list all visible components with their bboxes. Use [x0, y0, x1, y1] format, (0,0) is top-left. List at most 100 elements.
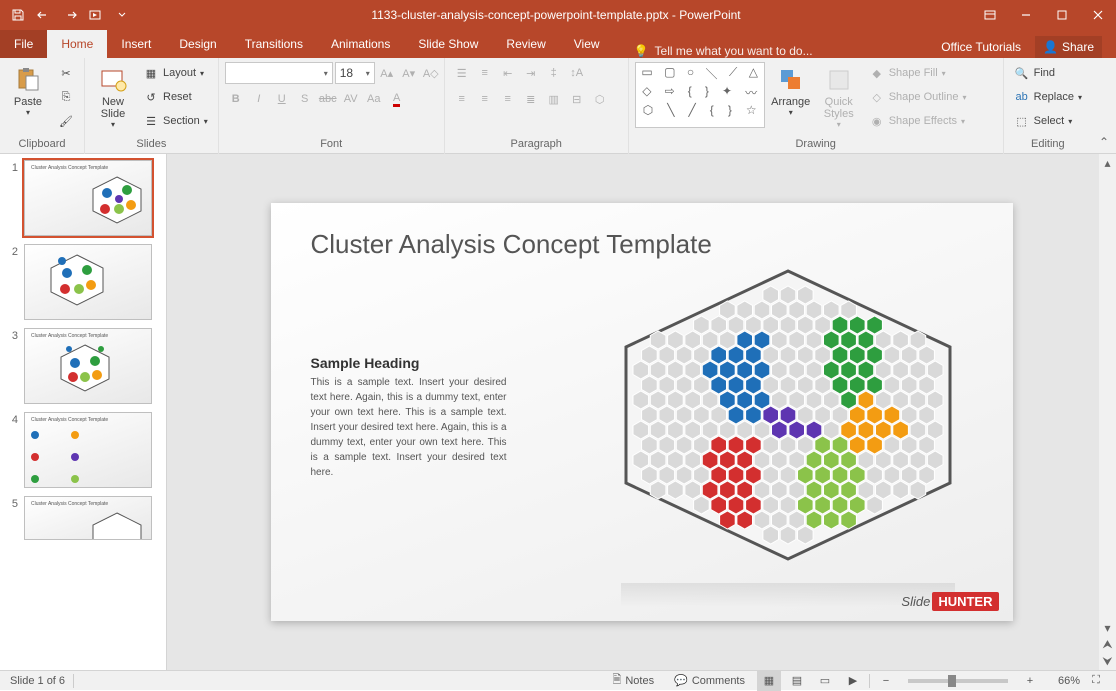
align-left-button[interactable]: ≡ — [451, 88, 473, 110]
slide-canvas-area[interactable]: Cluster Analysis Concept Template Sample… — [167, 154, 1116, 670]
increase-indent-button[interactable]: ⇥ — [520, 62, 542, 84]
paste-button[interactable]: Paste ▾ — [6, 62, 50, 132]
thumbnail-2[interactable]: 2 — [6, 244, 166, 320]
arrange-button[interactable]: Arrange▾ — [769, 62, 813, 132]
zoom-slider[interactable] — [908, 679, 1008, 683]
thumbnail-1[interactable]: 1 Cluster Analysis Concept Template — [6, 160, 166, 236]
tab-review[interactable]: Review — [492, 30, 559, 58]
tab-design[interactable]: Design — [165, 30, 230, 58]
redo-icon[interactable] — [58, 3, 82, 27]
next-slide-icon[interactable]: ⮟ — [1099, 653, 1116, 670]
strikethrough-button[interactable]: abc — [317, 88, 339, 110]
numbering-button[interactable]: ≡ — [474, 62, 496, 84]
columns-button[interactable]: ▥ — [543, 88, 565, 110]
sorter-view-icon[interactable]: ▤ — [785, 671, 809, 691]
fit-to-window-icon[interactable]: ⛶ — [1084, 671, 1108, 691]
line-spacing-button[interactable]: ‡ — [543, 62, 565, 84]
decrease-indent-button[interactable]: ⇤ — [497, 62, 519, 84]
bullets-button[interactable]: ☰ — [451, 62, 473, 84]
section-icon: ☰ — [143, 113, 159, 129]
hexagon-diagram[interactable] — [603, 263, 973, 583]
tab-view[interactable]: View — [560, 30, 614, 58]
slide[interactable]: Cluster Analysis Concept Template Sample… — [271, 203, 1013, 621]
layout-button[interactable]: ▦Layout▾ — [139, 62, 212, 84]
notes-button[interactable]: 🗎Notes — [605, 671, 663, 691]
share-icon: 👤 — [1043, 40, 1058, 54]
start-from-beginning-icon[interactable] — [84, 3, 108, 27]
shape-fill-button[interactable]: ◆Shape Fill▾ — [865, 62, 971, 84]
zoom-in-icon[interactable]: + — [1018, 671, 1042, 691]
tell-me-search[interactable]: 💡 Tell me what you want to do... — [614, 44, 942, 58]
grow-font-button[interactable]: A▴ — [377, 62, 397, 84]
smartart-button[interactable]: ⬡ — [589, 88, 611, 110]
normal-view-icon[interactable]: ▦ — [757, 671, 781, 691]
align-text-button[interactable]: ⊟ — [566, 88, 588, 110]
cut-button[interactable]: ✂ — [54, 62, 78, 84]
share-button[interactable]: 👤 Share — [1035, 36, 1102, 58]
text-direction-button[interactable]: ↕A — [566, 62, 588, 84]
reset-button[interactable]: ↺Reset — [139, 86, 212, 108]
maximize-icon[interactable] — [1044, 0, 1080, 30]
scroll-down-icon[interactable]: ▾ — [1099, 619, 1116, 636]
qat-customize-icon[interactable] — [110, 3, 134, 27]
zoom-out-icon[interactable]: − — [874, 671, 898, 691]
replace-button[interactable]: abReplace▾ — [1010, 86, 1086, 108]
tab-slideshow[interactable]: Slide Show — [404, 30, 492, 58]
office-tutorials-link[interactable]: Office Tutorials — [941, 40, 1021, 54]
find-icon: 🔍 — [1014, 65, 1030, 81]
collapse-ribbon-icon[interactable]: ⌃ — [1099, 135, 1109, 149]
tab-insert[interactable]: Insert — [107, 30, 165, 58]
group-slides: New Slide ▾ ▦Layout▾ ↺Reset ☰Section▾ Sl… — [85, 58, 219, 154]
format-painter-button[interactable]: 🖌 — [54, 110, 78, 132]
comments-button[interactable]: 💬Comments — [666, 671, 753, 691]
justify-button[interactable]: ≣ — [520, 88, 542, 110]
font-size-combo[interactable]: 18▾ — [335, 62, 375, 84]
ribbon-options-icon[interactable] — [972, 0, 1008, 30]
vertical-scrollbar[interactable]: ▴ ▾ ⮝ ⮟ — [1099, 154, 1116, 670]
new-slide-button[interactable]: New Slide ▾ — [91, 62, 135, 132]
slide-title[interactable]: Cluster Analysis Concept Template — [311, 229, 712, 260]
shape-outline-button[interactable]: ◇Shape Outline▾ — [865, 86, 971, 108]
underline-button[interactable]: U — [271, 88, 293, 110]
font-name-combo[interactable]: ▾ — [225, 62, 333, 84]
italic-button[interactable]: I — [248, 88, 270, 110]
thumbnail-4[interactable]: 4 Cluster Analysis Concept Template — [6, 412, 166, 488]
copy-button[interactable]: ⎘ — [54, 86, 78, 108]
tab-file[interactable]: File — [0, 30, 47, 58]
quick-styles-button[interactable]: Quick Styles▾ — [817, 62, 861, 132]
undo-icon[interactable] — [32, 3, 56, 27]
minimize-icon[interactable] — [1008, 0, 1044, 30]
shape-effects-button[interactable]: ◉Shape Effects▾ — [865, 110, 971, 132]
arrange-icon — [775, 64, 807, 96]
clear-formatting-button[interactable]: A◇ — [421, 62, 441, 84]
prev-slide-icon[interactable]: ⮝ — [1099, 636, 1116, 653]
shadow-button[interactable]: S — [294, 88, 316, 110]
change-case-button[interactable]: Aa — [363, 88, 385, 110]
align-right-button[interactable]: ≡ — [497, 88, 519, 110]
tab-animations[interactable]: Animations — [317, 30, 404, 58]
sample-text-block[interactable]: Sample Heading This is a sample text. In… — [311, 355, 507, 480]
char-spacing-button[interactable]: AV — [340, 88, 362, 110]
chevron-down-icon: ▾ — [26, 108, 30, 117]
slideshow-view-icon[interactable]: ▶ — [841, 671, 865, 691]
notes-icon: 🗎 — [613, 671, 622, 690]
save-icon[interactable] — [6, 3, 30, 27]
reading-view-icon[interactable]: ▭ — [813, 671, 837, 691]
font-color-button[interactable]: A — [386, 88, 408, 110]
chevron-down-icon: ▾ — [111, 120, 115, 129]
tab-transitions[interactable]: Transitions — [231, 30, 317, 58]
section-button[interactable]: ☰Section▾ — [139, 110, 212, 132]
shrink-font-button[interactable]: A▾ — [399, 62, 419, 84]
thumbnail-5[interactable]: 5 Cluster Analysis Concept Template — [6, 496, 166, 540]
close-icon[interactable] — [1080, 0, 1116, 30]
slide-counter[interactable]: Slide 1 of 6 — [10, 675, 65, 687]
align-center-button[interactable]: ≡ — [474, 88, 496, 110]
bold-button[interactable]: B — [225, 88, 247, 110]
tab-home[interactable]: Home — [47, 30, 107, 58]
thumbnail-3[interactable]: 3 Cluster Analysis Concept Template — [6, 328, 166, 404]
zoom-level[interactable]: 66% — [1046, 675, 1080, 687]
select-button[interactable]: ⬚Select▾ — [1010, 110, 1086, 132]
scroll-up-icon[interactable]: ▴ — [1099, 154, 1116, 171]
shapes-gallery[interactable]: ▭▢○＼⟋△ ◇⇨{}✦〰 ⬡╲╱{}☆ — [635, 62, 765, 128]
find-button[interactable]: 🔍Find — [1010, 62, 1086, 84]
